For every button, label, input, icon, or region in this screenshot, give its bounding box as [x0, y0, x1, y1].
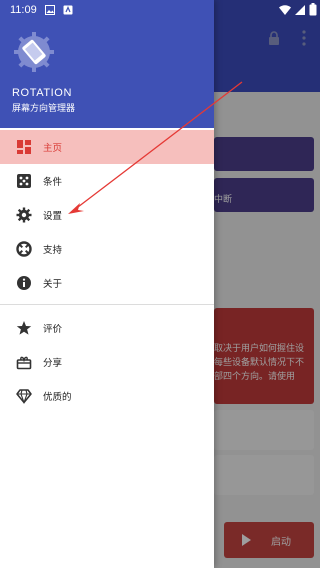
status-time: 11:09 — [10, 4, 37, 16]
drawer-item-label: 评价 — [43, 324, 63, 335]
image-notification-icon — [44, 5, 55, 15]
drawer-divider — [0, 304, 214, 305]
drawer-item-support[interactable]: 支持 — [0, 232, 214, 266]
app-name: ROTATION — [12, 87, 72, 99]
status-bar: 11:09 — [0, 0, 320, 20]
dashboard-icon — [17, 140, 31, 154]
star-icon — [16, 321, 32, 335]
drawer-item-rate[interactable]: 评价 — [0, 311, 214, 345]
diamond-icon — [16, 389, 32, 404]
drawer-item-label: 优质的 — [43, 392, 72, 403]
app-logo-icon — [14, 32, 54, 72]
drawer-item-share[interactable]: 分享 — [0, 345, 214, 379]
drawer-item-label: 设置 — [43, 211, 63, 222]
drawer-item-label: 条件 — [43, 177, 63, 188]
drawer-item-premium[interactable]: 优质的 — [0, 379, 214, 413]
drawer-item-label: 关于 — [43, 279, 63, 290]
drawer-item-home[interactable]: 主页 — [0, 130, 214, 164]
app-notification-icon — [63, 5, 73, 15]
conditions-icon — [17, 174, 31, 188]
drawer-item-label: 支持 — [43, 245, 63, 256]
lifebuoy-icon — [16, 241, 32, 257]
app-subtitle: 屏幕方向管理器 — [12, 104, 76, 114]
wifi-icon — [279, 4, 291, 15]
drawer-item-conditions[interactable]: 条件 — [0, 164, 214, 198]
signal-icon — [295, 4, 305, 15]
info-icon — [17, 276, 31, 290]
drawer-menu: 主页 条件 设置 支持 关于 评价 分享 优质的 — [0, 130, 214, 413]
drawer-item-label: 主页 — [43, 143, 63, 154]
drawer-item-about[interactable]: 关于 — [0, 266, 214, 300]
drawer-item-label: 分享 — [43, 358, 63, 369]
navigation-drawer: ROTATION 屏幕方向管理器 主页 条件 设置 支持 关于 评价 分享 优质… — [0, 0, 214, 568]
share-icon — [16, 356, 32, 370]
battery-icon — [309, 3, 317, 16]
gear-icon — [16, 207, 32, 223]
drawer-item-settings[interactable]: 设置 — [0, 198, 214, 232]
